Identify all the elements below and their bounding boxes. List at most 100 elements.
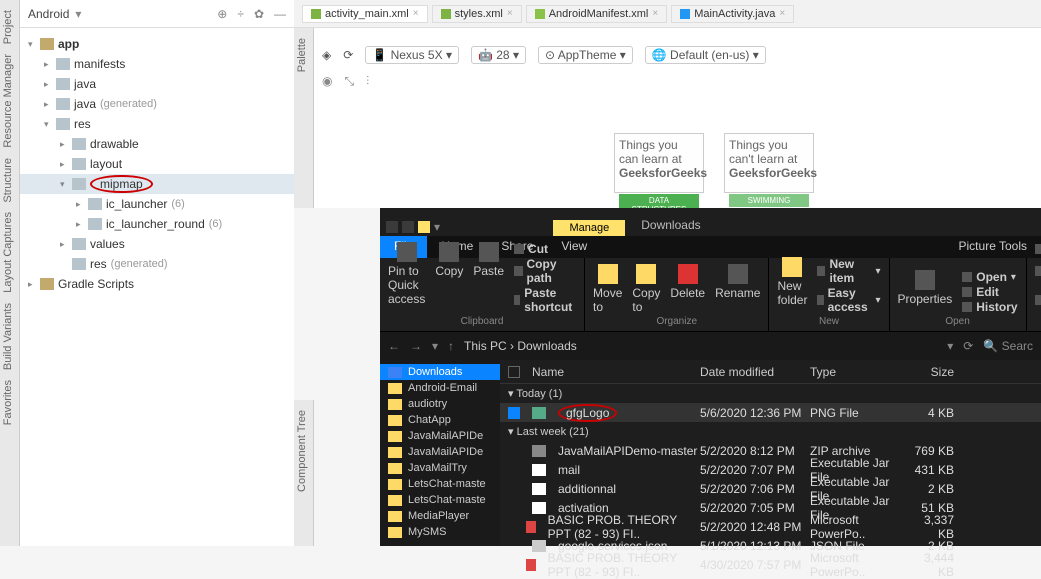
edit-button[interactable]: Edit: [962, 285, 1017, 299]
collapse-icon[interactable]: ÷: [237, 7, 244, 21]
zoom-icon[interactable]: ⤡: [344, 74, 354, 89]
open-button[interactable]: Open ▾: [962, 270, 1017, 284]
explorer-sidebar[interactable]: DownloadsAndroid-EmailaudiotryChatAppJav…: [380, 360, 500, 546]
file-row[interactable]: mail5/2/2020 7:07 PMExecutable Jar File4…: [500, 460, 1041, 479]
device-selector[interactable]: 📱 Nexus 5X ▾: [365, 46, 459, 64]
tree-item-java[interactable]: ▸java: [20, 74, 294, 94]
target-icon[interactable]: ⊕: [217, 7, 227, 21]
tree-item-drawable[interactable]: ▸drawable: [20, 134, 294, 154]
file-row[interactable]: JavaMailAPIDemo-master5/2/2020 8:12 PMZI…: [500, 441, 1041, 460]
editor-tab[interactable]: styles.xml×: [432, 5, 522, 23]
sidebar-folder[interactable]: Downloads: [380, 364, 500, 380]
rail-structure[interactable]: Structure: [2, 158, 14, 203]
tree-item-res[interactable]: ▾res: [20, 114, 294, 134]
path-dropdown[interactable]: ▾: [947, 339, 953, 353]
rail-build-variants[interactable]: Build Variants: [2, 303, 14, 370]
tree-item-mipmap[interactable]: ▾mipmap: [20, 174, 294, 194]
move-button[interactable]: Move to: [593, 264, 622, 314]
select-none-button[interactable]: Select none: [1035, 257, 1041, 285]
back-button[interactable]: ←: [388, 339, 400, 353]
locale-selector[interactable]: 🌐 Default (en-us) ▾: [645, 46, 766, 64]
sidebar-folder[interactable]: ChatApp: [380, 412, 500, 428]
cut-button[interactable]: Cut: [514, 242, 576, 256]
sidebar-folder[interactable]: JavaMailAPIDe: [380, 428, 500, 444]
refresh-button[interactable]: ⟳: [963, 339, 973, 353]
api-selector[interactable]: 🤖 28 ▾: [471, 46, 526, 64]
sidebar-folder[interactable]: audiotry: [380, 396, 500, 412]
hide-icon[interactable]: —: [274, 7, 286, 21]
panel-title[interactable]: Android: [28, 7, 69, 21]
forward-button[interactable]: →: [410, 339, 422, 353]
group-header[interactable]: ▾ Today (1): [500, 384, 1041, 403]
invert-selection-button[interactable]: Invert selection: [1035, 286, 1041, 314]
component-tree-rail[interactable]: Component Tree: [294, 400, 314, 546]
address-bar: ← → ▾ ↑ This PC › Downloads ▾ ⟳ 🔍 Searc: [380, 332, 1041, 360]
up-button[interactable]: ↑: [448, 339, 454, 353]
tree-item-res[interactable]: res(generated): [20, 254, 294, 274]
gear-icon[interactable]: ✿: [254, 7, 264, 21]
copy-button[interactable]: Copy: [435, 242, 463, 278]
sidebar-folder[interactable]: MySMS: [380, 524, 500, 540]
theme-selector[interactable]: ⊙ AppTheme ▾: [538, 46, 633, 64]
rail-layout-captures[interactable]: Layout Captures: [2, 212, 14, 293]
new-item-button[interactable]: New item ▾: [817, 257, 880, 285]
file-row[interactable]: additionnal5/2/2020 7:06 PMExecutable Ja…: [500, 479, 1041, 498]
sidebar-folder[interactable]: LetsChat-maste: [380, 492, 500, 508]
project-tree[interactable]: ▾app▸manifests▸java▸java(generated)▾res▸…: [20, 28, 294, 300]
preview-card: Things you can learn atGeeksforGeeksDATA…: [614, 133, 704, 193]
tree-item-ic_launcher_round[interactable]: ▸ic_launcher_round(6): [20, 214, 294, 234]
ribbon-select: Select all Select none Invert selection …: [1027, 258, 1041, 331]
ribbon: Pin to Quick access Copy Paste Cut Copy …: [380, 258, 1041, 332]
orientation-icon[interactable]: ⟳: [343, 48, 353, 62]
file-list-header[interactable]: Name Date modified Type Size: [500, 360, 1041, 384]
copyto-button[interactable]: Copy to: [632, 264, 660, 314]
eye-icon[interactable]: ◈: [322, 48, 331, 62]
layout-preview: Things you can learn atGeeksforGeeksDATA…: [614, 133, 814, 193]
ribbon-open: Properties Open ▾ Edit History Open: [890, 258, 1027, 331]
tree-item-manifests[interactable]: ▸manifests: [20, 54, 294, 74]
recent-button[interactable]: ▾: [432, 339, 438, 353]
editor-tab[interactable]: AndroidManifest.xml×: [526, 5, 668, 23]
paste-shortcut-button[interactable]: Paste shortcut: [514, 286, 576, 314]
rename-button[interactable]: Rename: [715, 264, 760, 300]
history-button[interactable]: History: [962, 300, 1017, 314]
rail-favorites[interactable]: Favorites: [2, 380, 14, 425]
sidebar-folder[interactable]: MediaPlayer: [380, 508, 500, 524]
sidebar-folder[interactable]: JavaMailTry: [380, 460, 500, 476]
view-icon[interactable]: ◉: [322, 74, 332, 89]
tree-item-Gradle Scripts[interactable]: ▸Gradle Scripts: [20, 274, 294, 294]
dropdown-icon[interactable]: ▾: [75, 7, 81, 21]
editor-tab[interactable]: MainActivity.java×: [671, 5, 794, 23]
paste-button[interactable]: Paste: [473, 242, 504, 278]
select-all-checkbox[interactable]: [508, 366, 520, 378]
rail-project[interactable]: Project: [2, 10, 14, 44]
manage-tab[interactable]: Manage: [553, 220, 625, 236]
ribbon-clipboard: Pin to Quick access Copy Paste Cut Copy …: [380, 258, 585, 331]
breadcrumb[interactable]: This PC › Downloads: [464, 339, 937, 353]
search-input[interactable]: 🔍 Searc: [983, 339, 1033, 353]
rail-resource-manager[interactable]: Resource Manager: [2, 54, 14, 148]
tree-item-java[interactable]: ▸java(generated): [20, 94, 294, 114]
pin-button[interactable]: Pin to Quick access: [388, 242, 425, 306]
delete-button[interactable]: Delete: [670, 264, 705, 300]
tree-item-values[interactable]: ▸values: [20, 234, 294, 254]
sidebar-folder[interactable]: LetsChat-maste: [380, 476, 500, 492]
group-header[interactable]: ▾ Last week (21): [500, 422, 1041, 441]
file-row[interactable]: BASIC PROB. THEORY PPT (82 - 93) FI..4/3…: [500, 555, 1041, 574]
picture-tools-tab[interactable]: Picture Tools: [945, 236, 1041, 258]
tree-item-app[interactable]: ▾app: [20, 34, 294, 54]
select-all-button[interactable]: Select all: [1035, 242, 1041, 256]
palette-rail[interactable]: Palette: [294, 28, 314, 208]
easy-access-button[interactable]: Easy access ▾: [817, 286, 880, 314]
file-row[interactable]: gfgLogo5/6/2020 12:36 PMPNG File4 KB: [500, 403, 1041, 422]
properties-button[interactable]: Properties: [898, 270, 953, 306]
copy-path-button[interactable]: Copy path: [514, 257, 576, 285]
sidebar-folder[interactable]: JavaMailAPIDe: [380, 444, 500, 460]
sidebar-folder[interactable]: Android-Email: [380, 380, 500, 396]
new-folder-button[interactable]: New folder: [777, 257, 807, 307]
grid-icon[interactable]: ⫶: [366, 74, 369, 89]
tree-item-ic_launcher[interactable]: ▸ic_launcher(6): [20, 194, 294, 214]
editor-tab[interactable]: activity_main.xml×: [302, 5, 428, 23]
tree-item-layout[interactable]: ▸layout: [20, 154, 294, 174]
file-row[interactable]: BASIC PROB. THEORY PPT (82 - 93) FI..5/2…: [500, 517, 1041, 536]
